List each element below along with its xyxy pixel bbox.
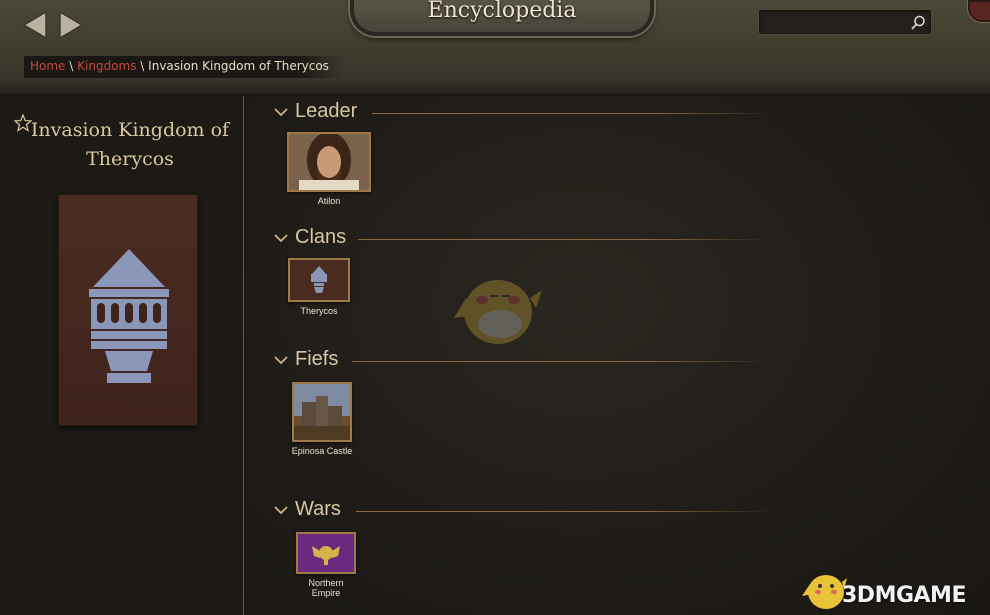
fief-card[interactable]: Epinosa Castle [290, 382, 354, 456]
search-box[interactable] [758, 9, 932, 35]
breadcrumb-separator: \ [140, 59, 145, 73]
back-button[interactable] [22, 10, 48, 40]
war-card[interactable]: Northern Empire [294, 532, 358, 598]
section-divider [372, 113, 772, 114]
section-wars-title: Wars [295, 498, 341, 520]
fief-name: Epinosa Castle [291, 446, 353, 456]
close-button[interactable] [968, 0, 990, 22]
forward-button[interactable] [58, 10, 84, 40]
section-clans-title: Clans [295, 226, 347, 248]
section-clans-toggle[interactable]: Clans [274, 226, 774, 252]
breadcrumb-current: Invasion Kingdom of Therycos [148, 59, 329, 73]
section-fiefs-title: Fiefs [295, 348, 339, 370]
fief-image [292, 382, 352, 442]
arrow-right-icon [59, 10, 84, 40]
page-title-plate: Encyclopedia [350, 0, 654, 36]
castle-scene-icon [294, 384, 350, 440]
section-divider [356, 511, 772, 512]
hero-portrait-icon [289, 134, 369, 190]
page-title: Encyclopedia [427, 0, 577, 23]
breadcrumb-separator: \ [69, 59, 74, 73]
leader-portrait [287, 132, 371, 192]
clan-banner [288, 258, 350, 302]
clan-card[interactable]: Therycos [286, 258, 352, 316]
kingdom-banner [58, 194, 198, 426]
breadcrumb: Home \ Kingdoms \ Invasion Kingdom of Th… [24, 56, 344, 78]
watermark-text: 3DMGAME [842, 583, 966, 608]
section-leader-toggle[interactable]: Leader [274, 100, 774, 126]
chevron-down-icon [274, 234, 288, 243]
search-input[interactable] [765, 13, 905, 31]
search-icon[interactable] [909, 14, 927, 32]
double-eagle-icon [312, 546, 340, 565]
leader-name: Atilon [317, 196, 341, 206]
section-leader-title: Leader [295, 100, 358, 122]
war-faction-banner [296, 532, 356, 574]
kingdom-summary-panel: Invasion Kingdom of Therycos [6, 96, 244, 615]
tower-emblem-icon [311, 266, 327, 293]
3dmgame-logo-icon [802, 575, 847, 609]
mascot-watermark-icon [454, 280, 542, 344]
section-divider [352, 361, 772, 362]
kingdom-name: Invasion Kingdom of Therycos [30, 119, 230, 170]
section-wars-toggle[interactable]: Wars [274, 498, 774, 524]
breadcrumb-home[interactable]: Home [30, 59, 65, 73]
clan-name: Therycos [300, 306, 338, 316]
breadcrumb-kingdoms[interactable]: Kingdoms [77, 59, 136, 73]
tower-emblem-icon [89, 249, 169, 383]
kingdom-details: Leader Atilon Clans Therycos Fiefs Epino… [246, 96, 990, 615]
arrow-left-icon [22, 10, 47, 40]
section-divider [358, 239, 772, 240]
encyclopedia-header: Encyclopedia Home \ Kingdoms \ Invasion … [0, 0, 990, 96]
section-fiefs-toggle[interactable]: Fiefs [274, 348, 774, 374]
chevron-down-icon [274, 108, 288, 117]
chevron-down-icon [274, 356, 288, 365]
chevron-down-icon [274, 506, 288, 515]
leader-card[interactable]: Atilon [284, 132, 374, 206]
war-faction-name: Northern Empire [308, 578, 344, 598]
